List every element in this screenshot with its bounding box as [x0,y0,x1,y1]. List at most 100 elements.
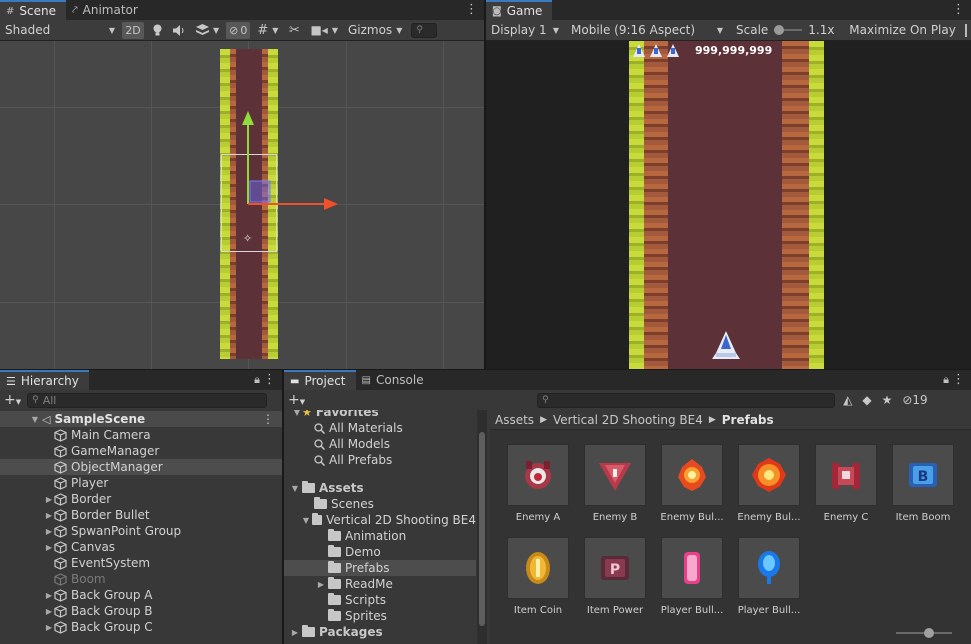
hierarchy-item[interactable]: GameManager [0,443,282,459]
favorites-item[interactable]: All Models [284,436,476,452]
hierarchy-item[interactable]: ▶ Back Group B [0,603,282,619]
project-search-input[interactable]: ⚲ [537,392,836,408]
gizmos-dropdown[interactable]: Gizmos ▼ [345,22,405,39]
hierarchy-search-input[interactable]: ⚲ All [27,392,268,408]
folder-item[interactable]: ▶ ReadMe [284,576,476,592]
folder-item[interactable]: Animation [284,528,476,544]
display-dropdown[interactable]: Display 1 ▼ [488,22,562,39]
search-by-type-icon[interactable]: ◭ [843,393,852,407]
hidden-packages-toggle[interactable]: ⊘19 [902,393,927,407]
breadcrumb-separator-icon: ▶ [540,414,547,425]
mode-2d-button[interactable]: 2D [122,21,144,39]
lock-icon[interactable]: 🔒︎ [254,373,260,387]
expand-arrow-icon[interactable]: ▶ [44,527,54,536]
expand-arrow-icon[interactable]: ▶ [44,543,54,552]
effects-toggle[interactable]: ▼ [193,22,222,39]
aspect-dropdown[interactable]: Mobile (9:16 Aspect) ▼ [568,22,726,39]
favorite-star-icon[interactable]: ★ [882,393,893,407]
scene-search-input[interactable]: ⚲ [411,22,438,38]
hierarchy-item-label: Back Group C [71,620,153,634]
tab-animator[interactable]: ⤤ Animator [66,0,148,20]
hierarchy-item[interactable]: ▶ Border Bullet [0,507,282,523]
asset-item[interactable]: Enemy Bul... [656,444,728,523]
hierarchy-kebab-icon[interactable]: ⋮ [263,372,276,387]
expand-arrow-icon[interactable]: ▶ [44,591,54,600]
maximize-on-play-button[interactable]: Maximize On Play [846,22,959,39]
favorites-item[interactable]: All Prefabs [284,452,476,468]
hierarchy-item[interactable]: ▶ Border [0,491,282,507]
assets-root-row[interactable]: ▼ Assets [284,480,476,496]
draw-mode-dropdown[interactable]: Shaded ▼ [2,22,118,39]
favorites-row[interactable]: ▼ ★ Favorites [284,410,476,420]
grid-snap-button[interactable]: # ▼ [254,22,281,39]
game-viewport[interactable]: 999,999,999 [486,41,971,369]
tab-game[interactable]: ◙ Game [486,0,553,20]
favorites-item[interactable]: All Materials [284,420,476,436]
hierarchy-item[interactable]: Player [0,475,282,491]
scene-kebab-icon[interactable]: ⋮ [262,412,274,426]
asset-item[interactable]: Enemy C [810,444,882,523]
hierarchy-scene-row[interactable]: ▼ ◁ SampleScene ⋮ [0,411,282,427]
project-kebab-icon[interactable]: ⋮ [952,372,965,387]
scene-viewport[interactable]: ✧ [0,41,484,369]
icon-size-slider-handle[interactable] [924,628,934,638]
expand-arrow-icon[interactable]: ▶ [44,607,54,616]
tab-scene[interactable]: # Scene [0,0,66,20]
hidden-objects-toggle[interactable]: ⊘ 0 [226,21,251,39]
asset-item[interactable]: Item Coin [502,537,574,616]
tree-scrollbar[interactable] [477,410,487,644]
asset-item[interactable]: Enemy A [502,444,574,523]
scene-kebab-icon[interactable]: ⋮ [465,2,478,17]
folder-item[interactable]: ▼ Vertical 2D Shooting BE4 [284,512,476,528]
lighting-toggle[interactable] [148,22,166,39]
hierarchy-item[interactable]: ObjectManager [0,459,282,475]
lock-icon[interactable]: 🔒︎ [943,373,949,387]
asset-item[interactable]: Player Bull... [733,537,805,616]
hierarchy-item[interactable]: Boom [0,571,282,587]
folder-item[interactable]: Scenes [284,496,476,512]
tree-scrollbar-thumb[interactable] [479,432,485,626]
tab-project[interactable]: ▬ Project [284,370,356,390]
breadcrumb-prefabs[interactable]: Prefabs [722,413,774,427]
breadcrumb-assets[interactable]: Assets [495,413,534,427]
asset-item[interactable]: B Item Boom [887,444,959,523]
hierarchy-item[interactable]: ▶ SpwanPoint Group [0,523,282,539]
expand-arrow-icon[interactable]: ▼ [30,415,40,424]
folder-item[interactable]: Scripts [284,592,476,608]
game-kebab-icon[interactable]: ⋮ [952,2,965,17]
create-asset-button[interactable]: +▼ [288,392,305,408]
scale-slider-handle[interactable] [774,25,785,35]
folder-item[interactable]: Prefabs [284,560,476,576]
expand-arrow-icon[interactable]: ▼ [290,484,300,493]
label-tag-icon[interactable]: ◆ [862,393,871,407]
folder-item[interactable]: Sprites [284,608,476,624]
expand-arrow-icon[interactable]: ▶ [44,511,54,520]
hierarchy-item[interactable]: EventSystem [0,555,282,571]
asset-item[interactable]: Enemy Bul... [733,444,805,523]
packages-row[interactable]: ▶ Packages [284,624,476,640]
asset-item[interactable]: P Item Power [579,537,651,616]
expand-arrow-icon[interactable]: ▶ [44,623,54,632]
camera-button[interactable]: ■◂ ▼ [307,22,341,39]
asset-item[interactable]: Player Bull... [656,537,728,616]
hierarchy-item[interactable]: ▶ Canvas [0,539,282,555]
expand-arrow-icon[interactable]: ▼ [302,516,310,525]
hierarchy-item[interactable]: ▶ Back Group C [0,619,282,635]
scale-slider[interactable] [774,25,803,35]
hierarchy-item[interactable]: ▶ Back Group A [0,587,282,603]
expand-arrow-icon[interactable]: ▶ [316,580,326,589]
audio-toggle[interactable] [170,22,189,39]
tools-button[interactable]: ✂ [285,22,303,39]
expand-arrow-icon[interactable]: ▼ [292,410,302,417]
breadcrumb-package[interactable]: Vertical 2D Shooting BE4 [553,413,703,427]
icon-size-slider[interactable] [896,628,952,638]
tab-console[interactable]: ▤ Console [356,370,434,390]
asset-item[interactable]: Enemy B [579,444,651,523]
hierarchy-item[interactable]: Main Camera [0,427,282,443]
expand-arrow-icon[interactable]: ▶ [44,495,54,504]
move-gizmo[interactable] [236,109,346,221]
tab-hierarchy[interactable]: ☰ Hierarchy [0,370,89,390]
folder-item[interactable]: Demo [284,544,476,560]
create-button[interactable]: +▼ [4,392,21,408]
expand-arrow-icon[interactable]: ▶ [290,628,300,637]
